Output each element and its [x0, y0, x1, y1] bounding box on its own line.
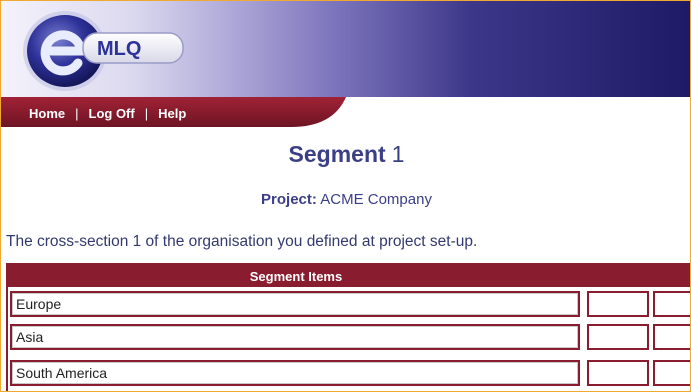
segment-item-cell[interactable] — [587, 360, 649, 386]
table-header: Segment Items — [8, 265, 690, 287]
table-row — [8, 320, 690, 353]
segment-item-field[interactable] — [10, 291, 580, 317]
page-description: The cross-section 1 of the organisation … — [6, 233, 478, 250]
segment-item-cell[interactable] — [587, 324, 649, 350]
segment-items-table: Segment Items — [6, 263, 690, 391]
nav-log-off-link[interactable]: Log Off — [89, 106, 135, 121]
nav-home-link[interactable]: Home — [29, 106, 65, 121]
segment-item-cell[interactable] — [653, 324, 690, 350]
table-row — [8, 356, 690, 389]
project-label: Project: — [261, 191, 317, 208]
nav-help-link[interactable]: Help — [158, 106, 186, 121]
segment-item-field[interactable] — [10, 360, 580, 386]
header-banner: MLQ — [1, 1, 690, 97]
project-name: ACME Company — [320, 191, 432, 208]
segment-item-input[interactable] — [12, 293, 578, 315]
page-frame: MLQ Home | Log Off | Help Segment 1 Proje… — [0, 0, 691, 392]
nav-separator: | — [75, 105, 79, 121]
project-line: Project: ACME Company — [1, 191, 690, 208]
table-row — [8, 287, 690, 320]
nav-separator: | — [144, 105, 149, 121]
page-title: Segment 1 — [1, 141, 690, 168]
emlq-logo: MLQ — [21, 7, 191, 100]
segment-item-cell[interactable] — [587, 291, 649, 317]
table-header-label: Segment Items — [249, 269, 343, 284]
segment-item-input[interactable] — [12, 362, 578, 384]
segment-item-cell[interactable] — [653, 360, 690, 386]
nav-bar: Home | Log Off | Help — [1, 97, 346, 127]
segment-item-field[interactable] — [10, 324, 580, 350]
segment-item-cell[interactable] — [653, 291, 690, 317]
page-title-number: 1 — [391, 141, 405, 167]
segment-item-input[interactable] — [12, 326, 578, 348]
logo-text: MLQ — [97, 38, 141, 60]
page-title-label: Segment — [288, 141, 386, 167]
